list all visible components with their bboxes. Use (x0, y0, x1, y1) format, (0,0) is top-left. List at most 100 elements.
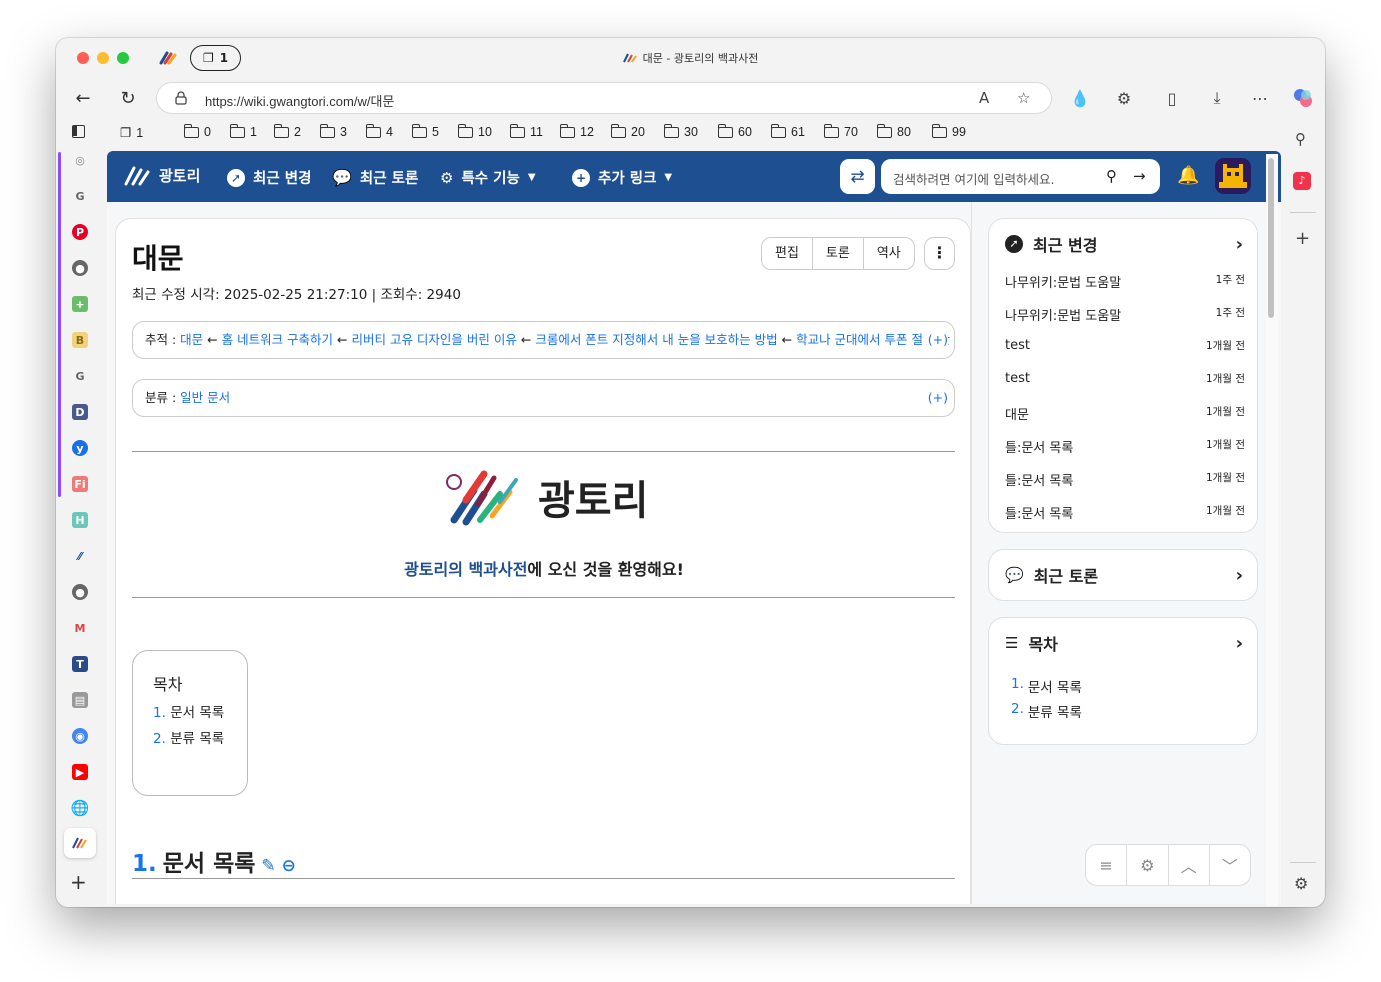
trace-link[interactable]: 대문 (180, 332, 203, 347)
bookmark-folder[interactable]: 30 (663, 123, 698, 139)
github-icon[interactable]: ● (72, 260, 88, 276)
toc-number[interactable]: 2. (153, 731, 166, 747)
bookmark-folder[interactable]: 0 (183, 123, 211, 139)
extensions-puzzle-icon[interactable]: ⚙ (1112, 86, 1136, 110)
nav-recent-changes[interactable]: ➚ 최근 변경 (227, 167, 311, 188)
nav-special[interactable]: ⚙ 특수 기능 ▼ (440, 167, 536, 188)
recent-change-item[interactable]: 틀:문서 목록 1개월 전 (1005, 470, 1245, 489)
bookmark-folder[interactable]: 99 (931, 123, 966, 139)
gmail-icon[interactable]: M (72, 620, 88, 636)
nav-extra-links[interactable]: + 추가 링크 ▼ (572, 167, 672, 188)
google-icon[interactable]: G (72, 368, 88, 384)
toc-number[interactable]: 1. (153, 705, 166, 721)
recent-change-item[interactable]: test 1개월 전 (1005, 371, 1245, 386)
settings-gear-icon[interactable]: ⚙ (1294, 874, 1308, 893)
scroll-up-icon[interactable]: ︿ (1169, 845, 1210, 885)
recent-change-item[interactable]: 틀:문서 목록 1개월 전 (1005, 437, 1245, 456)
h-app-icon[interactable]: H (72, 512, 88, 528)
recent-change-title[interactable]: 나무위키:문법 도움말 (1005, 272, 1121, 291)
toc-number[interactable]: 1. (1011, 676, 1024, 696)
chevron-right-icon[interactable]: › (1236, 633, 1243, 654)
search-icon[interactable]: ⚲ (1295, 130, 1306, 148)
toc-number[interactable]: 2. (1011, 701, 1024, 721)
recent-changes-header[interactable]: ➚ 최근 변경 (1005, 232, 1097, 256)
bookmark-folder[interactable]: 70 (823, 123, 858, 139)
fi-app-icon[interactable]: Fi (72, 476, 88, 492)
sidebar-toggle-icon[interactable] (72, 125, 85, 138)
add-plus-icon[interactable]: + (1295, 228, 1310, 249)
address-bar[interactable]: https://wiki.gwangtori.com/w/대문 A ☆ (156, 82, 1052, 114)
recent-change-title[interactable]: test (1005, 338, 1030, 353)
recent-change-title[interactable]: 나무위키:문법 도움말 (1005, 305, 1121, 324)
recent-change-item[interactable]: 대문 1개월 전 (1005, 404, 1245, 423)
active-tab[interactable] (64, 828, 96, 858)
nav-recent-discuss[interactable]: 💬 최근 토론 (332, 167, 418, 188)
bookmark-folder[interactable]: 4 (365, 123, 393, 139)
welcome-highlight[interactable]: 광토리의 백과사전 (404, 560, 527, 579)
bookmark-folder[interactable]: 2 (273, 123, 301, 139)
scrollbar-thumb[interactable] (1268, 158, 1274, 318)
downloads-icon[interactable]: ⤓ (1205, 86, 1229, 110)
chevron-right-icon[interactable]: › (1236, 234, 1243, 255)
chevron-right-icon[interactable]: › (1236, 565, 1243, 586)
scroll-down-icon[interactable]: ﹀ (1210, 845, 1250, 885)
sheets-icon[interactable]: + (72, 296, 88, 312)
bookmark-folder[interactable]: 20 (610, 123, 645, 139)
favorite-star-icon[interactable]: ☆ (1017, 89, 1030, 107)
random-shuffle-button[interactable]: ⇄ (840, 159, 875, 194)
toc-item[interactable]: 2. 분류 목록 (153, 727, 227, 747)
y-app-icon[interactable]: y (72, 440, 88, 456)
recent-change-item[interactable]: 나무위키:문법 도움말 1주 전 (1005, 305, 1245, 324)
music-app-icon[interactable]: ♪ (1293, 172, 1311, 190)
recent-discuss-card[interactable]: 💬 최근 토론 › (988, 549, 1258, 601)
recent-change-item[interactable]: 틀:문서 목록 1개월 전 (1005, 503, 1245, 522)
toolbar-app-icon[interactable]: T (72, 656, 88, 672)
section-collapse-icon[interactable]: ⊖ (282, 856, 296, 876)
search-icon[interactable]: ⚲ (1106, 167, 1117, 185)
google-icon[interactable]: G (72, 188, 88, 204)
notification-bell-icon[interactable]: 🔔 (1177, 165, 1199, 186)
search-box[interactable]: 검색하려면 여기에 입력하세요. ⚲ → (881, 159, 1160, 194)
recent-change-title[interactable]: test (1005, 371, 1030, 386)
settings-gear-icon[interactable]: ⚙ (1127, 845, 1169, 885)
document-icon[interactable]: D (72, 404, 88, 420)
section-number[interactable]: 1. (132, 851, 157, 877)
bookmark-folder[interactable]: 12 (559, 123, 594, 139)
back-arrow-icon[interactable]: ← (71, 86, 95, 110)
globe-icon[interactable]: 🌐 (71, 799, 90, 817)
trace-expand-button[interactable]: (+) (923, 322, 948, 358)
bookmark-b-icon[interactable]: B (72, 332, 88, 348)
copilot-icon[interactable] (1291, 86, 1315, 110)
recent-change-item[interactable]: test 1개월 전 (1005, 338, 1245, 353)
discuss-button[interactable]: 토론 (813, 238, 864, 269)
bookmark-tabs[interactable]: ❐ 1 (120, 125, 143, 141)
user-avatar[interactable] (1215, 158, 1251, 194)
split-screen-icon[interactable]: ▯ (1160, 86, 1184, 110)
read-aloud-icon[interactable]: A (979, 89, 989, 107)
bookmark-folder[interactable]: 1 (229, 123, 257, 139)
reload-icon[interactable]: ↻ (116, 86, 140, 110)
toc-item[interactable]: 1. 문서 목록 (153, 701, 227, 721)
recent-change-item[interactable]: 나무위키:문법 도움말 1주 전 (1005, 272, 1245, 291)
bookmark-folder[interactable]: 60 (717, 123, 752, 139)
pinterest-icon[interactable]: P (72, 224, 88, 240)
sidebar-toc-item[interactable]: 1. 문서 목록 (1011, 676, 1251, 696)
extension-drop-icon[interactable]: 💧 (1068, 86, 1092, 110)
new-tab-plus-icon[interactable]: + (70, 870, 87, 894)
more-menu-icon[interactable]: ⋯ (1248, 86, 1272, 110)
section-edit-icon[interactable]: ✎ (261, 856, 275, 876)
category-expand-button[interactable]: (+) (928, 380, 948, 416)
wiki-brand-link[interactable]: 광토리 (123, 164, 200, 186)
bookmark-folder[interactable]: 10 (457, 123, 492, 139)
sidebar-toc-item[interactable]: 2. 분류 목록 (1011, 701, 1251, 721)
more-options-button[interactable]: ⋮ (924, 237, 955, 270)
trace-link[interactable]: 홈 네트워크 구축하기 (222, 332, 333, 347)
edit-button[interactable]: 편집 (762, 238, 813, 269)
gwangtori-favicon-icon[interactable]: ⁄⁄ (72, 548, 88, 564)
trace-link[interactable]: 리버티 고유 디자인을 버린 이유 (351, 332, 516, 347)
recent-change-title[interactable]: 대문 (1005, 404, 1029, 423)
recent-change-title[interactable]: 틀:문서 목록 (1005, 437, 1073, 456)
trace-link[interactable]: 크롬에서 폰트 지정해서 내 눈을 보호하는 방법 (535, 332, 777, 347)
url-text[interactable]: https://wiki.gwangtori.com/w/대문 (205, 91, 394, 110)
history-button[interactable]: 역사 (864, 238, 914, 269)
